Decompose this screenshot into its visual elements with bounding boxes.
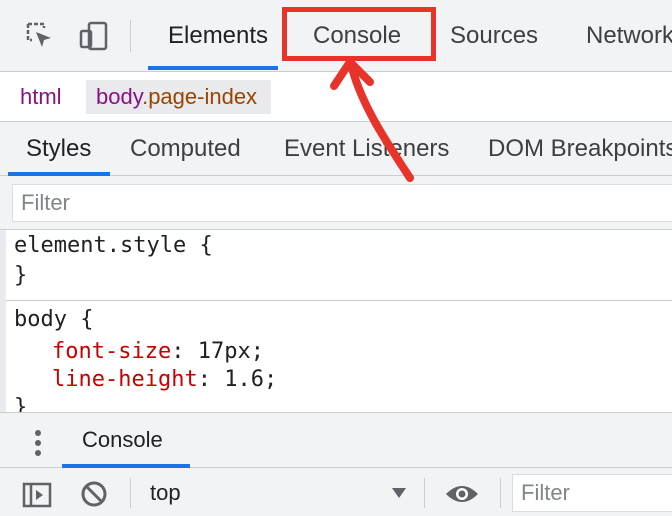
styles-pane-tabs: Styles Computed Event Listeners DOM Brea…: [0, 122, 672, 176]
tab-dom-breakpoints[interactable]: DOM Breakpoints: [488, 132, 672, 166]
breadcrumb: html body.page-index: [0, 72, 672, 122]
styles-filter-input[interactable]: Filter: [12, 184, 672, 222]
sidebar-toggle-icon[interactable]: [22, 482, 52, 508]
console-toolbar-separator: [500, 478, 501, 508]
property-name: font-size: [52, 339, 172, 364]
breadcrumb-body-class: .page-index: [142, 84, 258, 109]
inspect-element-icon[interactable]: [24, 20, 56, 52]
body-rule-open[interactable]: body {: [14, 306, 93, 334]
annotation-highlight-box: [282, 7, 436, 61]
property-value: 17px;: [197, 339, 264, 364]
console-toolbar-separator: [424, 478, 425, 508]
property-name: line-height: [52, 367, 198, 392]
drawer-header: Console: [0, 412, 672, 468]
declaration-line-height[interactable]: line-height: 1.6;: [52, 366, 277, 394]
element-style-close-brace: }: [14, 263, 28, 288]
rule-divider: [6, 300, 672, 301]
toolbar-separator: [130, 20, 131, 52]
context-selector[interactable]: top: [150, 476, 181, 510]
styles-filter-row: Filter: [0, 176, 672, 230]
tab-network[interactable]: Network: [586, 18, 672, 54]
tab-sources[interactable]: Sources: [450, 18, 538, 54]
declaration-font-size[interactable]: font-size: 17px;: [52, 338, 264, 366]
property-value: 1.6;: [224, 367, 278, 392]
drawer-tab-console[interactable]: Console: [82, 423, 163, 457]
console-toolbar-separator: [130, 478, 131, 508]
chevron-down-icon[interactable]: [392, 488, 406, 498]
element-style-open-brace: {: [199, 233, 213, 258]
element-style-selector: element.style: [14, 233, 187, 258]
eye-icon[interactable]: [444, 482, 480, 506]
more-options-icon[interactable]: [33, 429, 43, 457]
tab-event-listeners[interactable]: Event Listeners: [284, 132, 449, 166]
tab-computed[interactable]: Computed: [130, 132, 241, 166]
device-toggle-icon[interactable]: [78, 20, 110, 52]
console-filter-input[interactable]: Filter: [512, 474, 672, 512]
breadcrumb-body[interactable]: body.page-index: [86, 80, 272, 114]
clear-console-icon[interactable]: [80, 480, 108, 508]
active-tab-indicator: [148, 66, 278, 70]
body-selector: body: [14, 307, 67, 332]
body-open-brace: {: [80, 307, 94, 332]
breadcrumb-body-tag: body: [96, 84, 143, 109]
console-toolbar: top Filter: [0, 468, 672, 516]
element-style-rule-open[interactable]: element.style {: [14, 232, 213, 260]
body-close-brace: }: [14, 395, 28, 412]
breadcrumb-html[interactable]: html: [14, 80, 68, 114]
tab-elements[interactable]: Elements: [168, 18, 268, 54]
tab-styles[interactable]: Styles: [26, 132, 91, 166]
